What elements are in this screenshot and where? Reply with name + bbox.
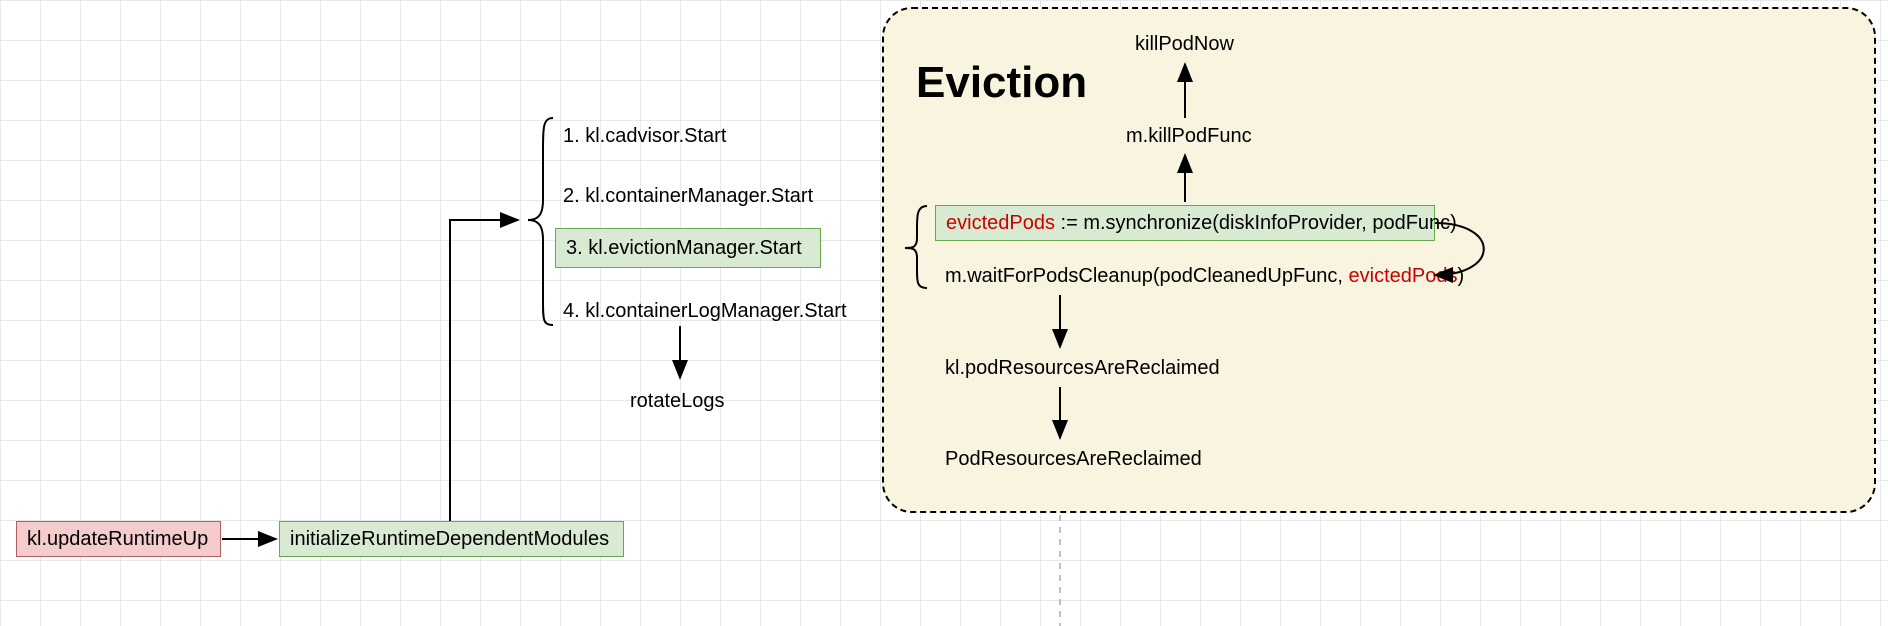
step-3-label: 3. kl.evictionManager.Start: [566, 237, 802, 260]
wait-cleanup-label: m.waitForPodsCleanup(podCleanedUpFunc, e…: [945, 265, 1464, 288]
step-1-label: 1. kl.cadvisor.Start: [563, 125, 726, 148]
synchronize-box: evictedPods := m.synchronize(diskInfoPro…: [935, 205, 1435, 241]
node-update-runtime-up: kl.updateRuntimeUp: [16, 521, 221, 557]
eviction-title: Eviction: [916, 58, 1087, 108]
pod-resources-reclaimed-2: PodResourcesAreReclaimed: [945, 448, 1202, 471]
kill-pod-now-label: killPodNow: [1135, 33, 1234, 56]
synchronize-evicted-pods: evictedPods: [946, 212, 1055, 234]
synchronize-rest: := m.synchronize(diskInfoProvider, podFu…: [1055, 212, 1457, 234]
pod-resources-reclaimed-1: kl.podResourcesAreReclaimed: [945, 357, 1220, 380]
wait-cleanup-prefix: m.waitForPodsCleanup(podCleanedUpFunc,: [945, 265, 1349, 287]
step-4-label: 4. kl.containerLogManager.Start: [563, 300, 847, 323]
wait-cleanup-evicted-pods: evictedPods: [1349, 265, 1458, 287]
wait-cleanup-suffix: ): [1458, 265, 1465, 287]
step-3-box: 3. kl.evictionManager.Start: [555, 228, 821, 268]
node-update-runtime-up-label: kl.updateRuntimeUp: [27, 528, 208, 551]
kill-pod-func-label: m.killPodFunc: [1126, 125, 1252, 148]
synchronize-text: evictedPods := m.synchronize(diskInfoPro…: [946, 212, 1457, 235]
node-init-modules: initializeRuntimeDependentModules: [279, 521, 624, 557]
rotate-logs-label: rotateLogs: [630, 390, 725, 413]
node-init-modules-label: initializeRuntimeDependentModules: [290, 528, 609, 551]
step-2-label: 2. kl.containerManager.Start: [563, 185, 813, 208]
